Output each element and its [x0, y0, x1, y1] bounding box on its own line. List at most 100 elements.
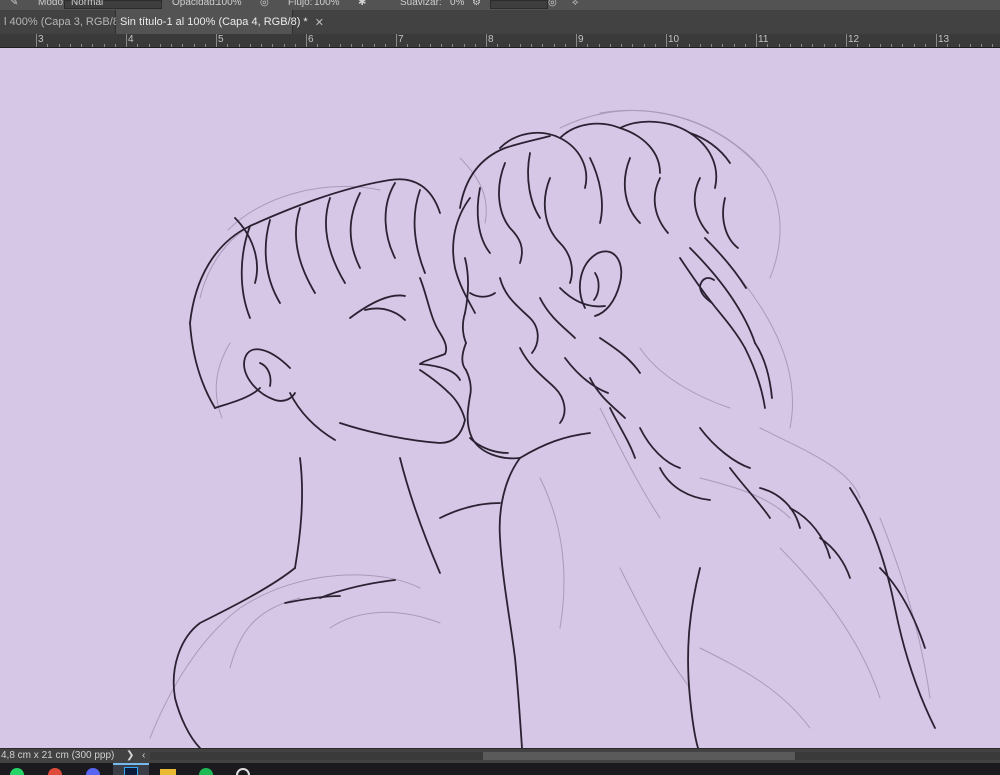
- ruler-tick: [205, 44, 206, 47]
- brush-tool-icon[interactable]: ✎: [10, 0, 18, 8]
- ruler-tick: [351, 44, 352, 47]
- ruler-tick: [464, 44, 465, 47]
- ruler-label: 8: [488, 34, 494, 45]
- horizontal-ruler: 3 4 5 6 7 8 9 10 11 12 13: [0, 34, 1000, 48]
- ruler-tick: [734, 44, 735, 47]
- ruler-tick: [486, 34, 487, 47]
- ruler-tick: [902, 44, 903, 47]
- ruler-tick: [835, 44, 836, 47]
- ruler-tick: [374, 44, 375, 47]
- ruler-tick: [452, 44, 453, 47]
- ruler-tick: [160, 44, 161, 47]
- flow-label: Flujo:: [288, 0, 313, 8]
- ruler-tick: [914, 44, 915, 47]
- ruler-label: 5: [218, 34, 224, 45]
- ruler-tick: [779, 44, 780, 47]
- windows-taskbar: [0, 763, 1000, 775]
- ruler-tick: [194, 44, 195, 47]
- spotify-icon[interactable]: [199, 768, 213, 775]
- smoothing-label: Suavizar:: [400, 0, 442, 8]
- ruler-tick: [497, 44, 498, 47]
- ruler-tick: [317, 44, 318, 47]
- symmetry-icon[interactable]: ⟡: [572, 0, 579, 8]
- ruler-label: 3: [38, 34, 44, 45]
- ruler-tick: [959, 44, 960, 47]
- file-explorer-icon[interactable]: [160, 769, 176, 775]
- ruler-tick: [149, 44, 150, 47]
- ruler-tick: [47, 44, 48, 47]
- angle-field[interactable]: [490, 0, 548, 9]
- ruler-tick: [542, 44, 543, 47]
- ruler-tick: [137, 44, 138, 47]
- ruler-tick: [992, 44, 993, 47]
- ink-layer: [172, 120, 936, 748]
- status-bar: 4,8 cm x 21 cm (300 ppp) ❯ ‹: [0, 748, 1000, 763]
- tab-document-capa-3[interactable]: l 400% (Capa 3, RGB/8) * ✕: [0, 10, 146, 34]
- ruler-tick: [239, 44, 240, 47]
- whatsapp-icon[interactable]: [10, 768, 24, 775]
- ruler-tick: [857, 44, 858, 47]
- ruler-tick: [59, 44, 60, 47]
- chrome-icon[interactable]: [48, 768, 62, 775]
- ruler-tick: [587, 44, 588, 47]
- ruler-tick: [610, 44, 611, 47]
- discord-icon[interactable]: [86, 768, 100, 775]
- ruler-tick: [869, 44, 870, 47]
- mode-value: Normal: [71, 0, 104, 8]
- tab-document-sin-titulo-1[interactable]: Sin título-1 al 100% (Capa 4, RGB/8) * ✕: [116, 10, 324, 34]
- photoshop-icon[interactable]: [124, 767, 138, 775]
- ruler-tick: [385, 44, 386, 47]
- ruler-tick: [666, 34, 667, 47]
- mode-select[interactable]: Normal: [64, 0, 162, 9]
- ruler-tick: [722, 44, 723, 47]
- ruler-tick: [126, 34, 127, 47]
- scroll-left-icon[interactable]: ‹: [142, 749, 145, 762]
- ruler-tick: [801, 44, 802, 47]
- ruler-label: 9: [578, 34, 584, 45]
- ruler-tick: [947, 44, 948, 47]
- ruler-tick: [936, 34, 937, 47]
- close-icon[interactable]: ✕: [315, 16, 324, 29]
- pressure-opacity-icon[interactable]: ◎: [260, 0, 269, 8]
- ruler-tick: [745, 44, 746, 47]
- tab-label: l 400% (Capa 3, RGB/8) *: [4, 16, 130, 28]
- smoothing-settings-icon[interactable]: ⚙: [472, 0, 481, 8]
- ruler-tick: [362, 44, 363, 47]
- ruler-tick: [531, 44, 532, 47]
- ruler-tick: [475, 44, 476, 47]
- ruler-label: 7: [398, 34, 404, 45]
- ruler-tick: [171, 44, 172, 47]
- pressure-size-icon[interactable]: ◎: [548, 0, 557, 8]
- opacity-field[interactable]: 100%: [216, 0, 242, 8]
- ruler-label: 6: [308, 34, 314, 45]
- opacity-label: Opacidad:: [172, 0, 218, 8]
- sketch-layer: [149, 110, 931, 739]
- ruler-tick: [306, 34, 307, 47]
- flow-field[interactable]: 100%: [314, 0, 340, 8]
- ruler-tick: [925, 44, 926, 47]
- horizontal-scrollbar-thumb[interactable]: [483, 752, 795, 760]
- ruler-tick: [621, 44, 622, 47]
- airbrush-icon[interactable]: ✱: [358, 0, 366, 8]
- line-art-drawing: [149, 110, 936, 748]
- drawing-canvas[interactable]: [0, 48, 1000, 748]
- ruler-tick: [227, 44, 228, 47]
- ruler-tick: [790, 44, 791, 47]
- status-menu-arrow-icon[interactable]: ❯: [126, 749, 134, 762]
- ruler-tick: [880, 44, 881, 47]
- ruler-tick: [261, 44, 262, 47]
- ruler-tick: [812, 44, 813, 47]
- ruler-tick: [509, 44, 510, 47]
- app-icon[interactable]: [236, 768, 250, 775]
- ruler-tick: [565, 44, 566, 47]
- ruler-tick: [216, 34, 217, 47]
- ruler-tick: [104, 44, 105, 47]
- smoothing-field[interactable]: 0%: [450, 0, 464, 8]
- ruler-tick: [711, 44, 712, 47]
- ruler-tick: [599, 44, 600, 47]
- ruler-tick: [329, 44, 330, 47]
- ruler-tick: [182, 44, 183, 47]
- ruler-tick: [92, 44, 93, 47]
- ruler-tick: [846, 34, 847, 47]
- ruler-tick: [981, 44, 982, 47]
